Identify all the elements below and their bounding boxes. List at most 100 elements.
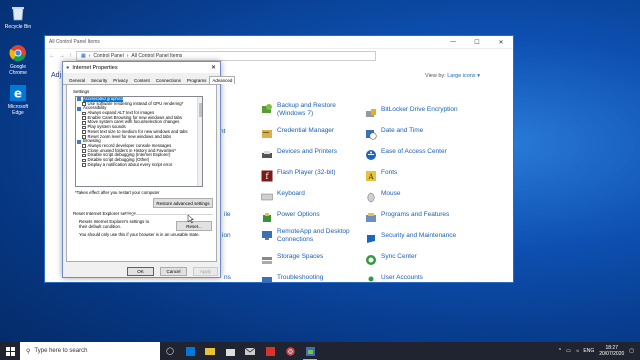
checkbox[interactable] (82, 144, 86, 148)
back-arrow-icon[interactable]: ← (49, 53, 55, 59)
recycle-bin-icon (9, 4, 27, 22)
cp-item-remoteapp[interactable]: RemoteApp and Desktop Connections (261, 228, 357, 244)
maximize-icon[interactable]: ☐ (465, 39, 489, 46)
store-icon[interactable] (220, 342, 240, 360)
cp-item-bitlocker[interactable]: BitLocker Drive Encryption (365, 106, 458, 119)
mouse-icon (365, 191, 377, 203)
desktop-icon-edge[interactable]: e Microsoft Edge (2, 84, 34, 116)
cp-item-flash-player[interactable]: f Flash Player (32-bit) (261, 169, 336, 182)
scrollbar-thumb[interactable] (199, 103, 202, 117)
taskbar-control-panel-icon[interactable] (300, 342, 320, 360)
cp-item-user-accounts[interactable]: User Accounts (365, 274, 423, 282)
tab-security[interactable]: Security (88, 76, 110, 84)
cp-item-credential-manager[interactable]: Credential Manager (261, 127, 334, 140)
checkbox[interactable] (82, 153, 86, 158)
file-explorer-icon[interactable] (200, 342, 220, 360)
desktop-icon-recycle-bin[interactable]: Recycle Bin (2, 4, 34, 30)
checkbox[interactable] (82, 116, 86, 120)
tab-content[interactable]: Content (131, 76, 153, 84)
desktop-icon-chrome[interactable]: Google Chrome (2, 44, 34, 76)
checkbox[interactable] (82, 111, 86, 116)
dialog-titlebar[interactable]: ● Internet Properties ✕ (63, 62, 220, 73)
start-button[interactable] (0, 342, 20, 360)
cp-item-ease-of-access[interactable]: Ease of Access Center (365, 148, 447, 161)
devices-printers-icon (261, 149, 273, 161)
taskbar-edge-icon[interactable] (180, 342, 200, 360)
speaker-icon[interactable]: ◃ (576, 348, 579, 354)
control-panel-titlebar[interactable]: All Control Panel Items — ☐ ✕ (45, 36, 513, 49)
cp-item-sync-center[interactable]: Sync Center (365, 253, 417, 266)
category-icon (77, 106, 81, 111)
notifications-icon[interactable]: ▢ (629, 348, 634, 354)
keyboard-icon (261, 191, 273, 203)
category-icon (77, 139, 81, 144)
settings-scrollbar[interactable] (197, 97, 202, 186)
cp-item-label: RemoteApp and Desktop Connections (277, 228, 350, 243)
partial-item-label[interactable]: ile (224, 211, 231, 218)
partial-item-label[interactable]: ion (222, 232, 231, 239)
tab-privacy[interactable]: Privacy (110, 76, 131, 84)
network-icon[interactable]: ▭ (566, 348, 571, 354)
mail-icon[interactable] (240, 342, 260, 360)
cp-item-mouse[interactable]: Mouse (365, 190, 401, 203)
security-maintenance-icon (365, 233, 377, 245)
tab-general[interactable]: General (66, 76, 88, 84)
up-arrow-icon[interactable]: ↑ (69, 53, 72, 59)
taskbar-app-red-icon[interactable] (260, 342, 280, 360)
checkbox[interactable] (82, 149, 86, 153)
settings-tree[interactable]: Accelerated graphics Use software renderi… (75, 96, 203, 187)
internet-properties-dialog: ● Internet Properties ✕ General Security… (62, 61, 236, 278)
cp-item-keyboard[interactable]: Keyboard (261, 190, 305, 203)
checkbox[interactable] (82, 125, 86, 130)
cp-item-label: User Accounts (381, 274, 423, 281)
clock[interactable]: 18:27 20/07/2020 (599, 345, 624, 357)
edge-icon: e (9, 84, 27, 102)
taskbar-chrome-icon[interactable] (280, 342, 300, 360)
chevron-up-icon[interactable]: ^ (559, 348, 561, 354)
cp-item-date-time[interactable]: Date and Time (365, 127, 423, 140)
tab-advanced[interactable]: Advanced (209, 76, 236, 84)
power-options-icon (261, 212, 273, 224)
breadcrumb[interactable]: ▦ › Control Panel › All Control Panel It… (76, 51, 376, 61)
apply-button[interactable]: Apply (193, 267, 218, 276)
breadcrumb-item[interactable]: All Control Panel Items (131, 53, 182, 59)
reset-warning: You should only use this if your browser… (79, 232, 200, 237)
checkbox[interactable] (82, 130, 86, 134)
clock-date: 20/07/2020 (599, 351, 625, 357)
view-by-dropdown[interactable]: Large icons (447, 73, 475, 79)
restore-advanced-settings-button[interactable]: Restore advanced settings (153, 198, 213, 208)
close-icon[interactable]: ✕ (489, 39, 513, 46)
sync-center-icon (365, 254, 377, 266)
cp-item-security-maintenance[interactable]: Security and Maintenance (365, 232, 456, 245)
cp-item-programs-features[interactable]: Programs and Features (365, 211, 449, 224)
cp-item-label: Sync Center (381, 253, 417, 260)
checkbox[interactable] (82, 121, 86, 125)
settings-label: Settings (73, 89, 90, 94)
cp-item-fonts[interactable]: A Fonts (365, 169, 397, 182)
checkbox[interactable] (82, 163, 86, 167)
view-by-label: View by: (425, 73, 446, 79)
cp-item-storage-spaces[interactable]: Storage Spaces (261, 253, 323, 266)
tab-programs[interactable]: Programs (184, 76, 210, 84)
breadcrumb-item[interactable]: Control Panel (93, 53, 123, 59)
cancel-button[interactable]: Cancel (160, 267, 187, 276)
search-placeholder: Type here to search (34, 348, 88, 354)
cp-item-label: Date and Time (381, 127, 424, 134)
settings-checkbox-row[interactable]: Display a notification about every scrip… (76, 162, 202, 168)
cp-item-troubleshooting[interactable]: Troubleshooting (261, 274, 323, 282)
forward-arrow-icon[interactable]: → (59, 53, 65, 59)
cp-item-devices-printers[interactable]: Devices and Printers (261, 148, 337, 161)
cp-item-power-options[interactable]: Power Options (261, 211, 320, 224)
checkbox[interactable] (82, 158, 86, 163)
language-indicator[interactable]: ENG (583, 348, 594, 354)
cp-item-backup-restore[interactable]: Backup and Restore (Windows 7) (261, 102, 361, 118)
taskbar-search[interactable]: ⚲ Type here to search (20, 342, 160, 360)
partial-item-label[interactable]: ns (224, 274, 231, 281)
chevron-down-icon[interactable]: ▾ (477, 73, 480, 79)
remoteapp-icon (261, 229, 273, 241)
ok-button[interactable]: OK (127, 267, 154, 276)
minimize-icon[interactable]: — (441, 39, 465, 46)
task-view-icon[interactable]: ◯ (160, 342, 180, 360)
tab-connections[interactable]: Connections (153, 76, 184, 84)
close-icon[interactable]: ✕ (211, 64, 216, 71)
